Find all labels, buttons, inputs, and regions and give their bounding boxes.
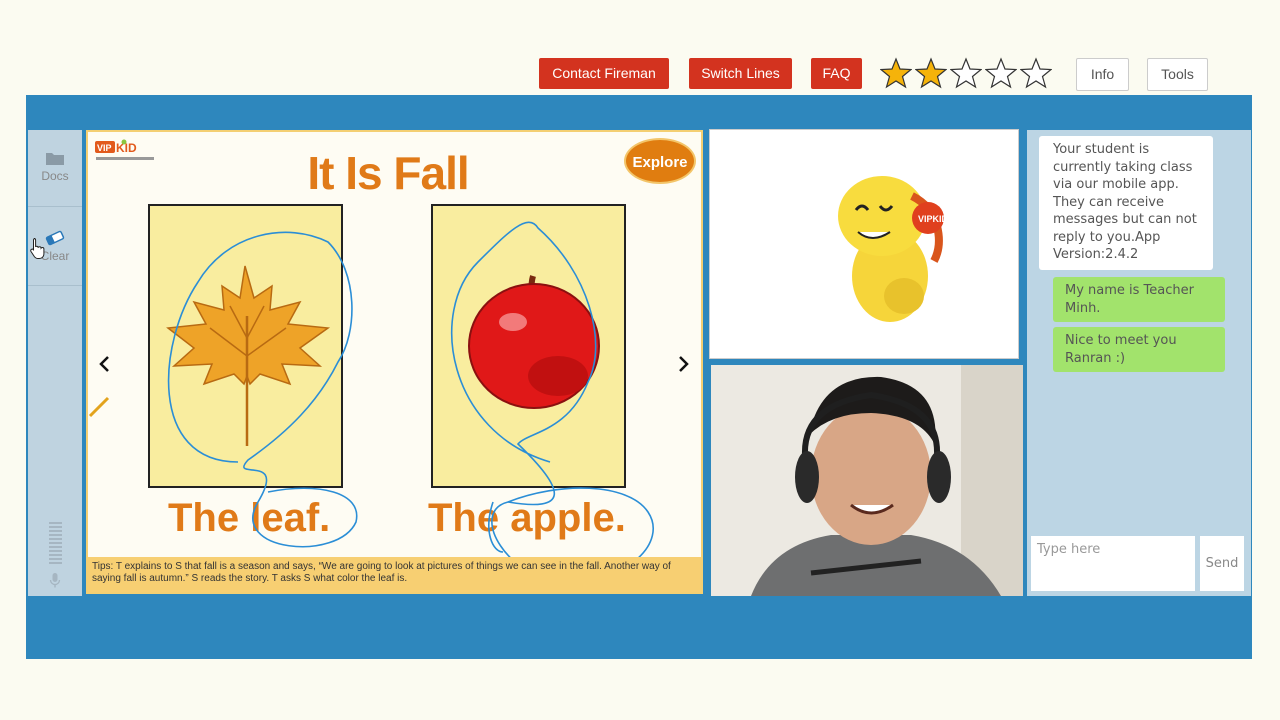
chat-panel: Your student is currently taking class v… <box>1027 130 1251 596</box>
docs-tool[interactable]: Docs <box>28 150 82 183</box>
send-button[interactable]: Send <box>1200 536 1244 591</box>
top-toolbar: Contact Fireman Switch Lines FAQ Info To… <box>0 0 1280 95</box>
contact-fireman-button[interactable]: Contact Fireman <box>539 58 669 89</box>
teacher-video-panel <box>711 365 1023 596</box>
sidebar-divider <box>28 206 82 207</box>
hand-cursor-icon <box>30 238 45 259</box>
courseware-slide[interactable]: VIP KID It Is Fall Explore The leaf. The… <box>86 130 703 594</box>
eraser-icon <box>45 230 65 246</box>
info-button[interactable]: Info <box>1076 58 1129 91</box>
sidebar-divider <box>28 285 82 286</box>
system-message: Your student is currently taking class v… <box>1039 136 1213 270</box>
microphone-icon <box>49 573 61 588</box>
star-icon-empty[interactable] <box>985 57 1017 89</box>
svg-text:VIPKID: VIPKID <box>918 214 949 224</box>
switch-lines-button[interactable]: Switch Lines <box>689 58 792 89</box>
star-icon-empty[interactable] <box>1020 57 1052 89</box>
star-icon-filled[interactable] <box>880 57 912 89</box>
folder-icon <box>46 153 64 165</box>
teacher-message: My name is Teacher Minh. <box>1053 277 1225 322</box>
volume-meter <box>49 522 62 568</box>
star-icon-empty[interactable] <box>950 57 982 89</box>
student-video-panel: VIPKID <box>709 129 1019 359</box>
dino-mascot-image: VIPKID <box>838 176 949 322</box>
docs-label: Docs <box>41 169 69 183</box>
chat-input[interactable]: Type here <box>1031 536 1195 591</box>
star-icon-filled[interactable] <box>915 57 947 89</box>
faq-button[interactable]: FAQ <box>811 58 862 89</box>
teacher-webcam-image <box>711 365 1023 596</box>
tools-button[interactable]: Tools <box>1147 58 1208 91</box>
teacher-message: Nice to meet you Ranran :) <box>1053 327 1225 372</box>
teaching-tips: Tips: T explains to S that fall is a sea… <box>88 557 701 592</box>
annotation-layer[interactable] <box>88 132 701 592</box>
pencil-icon[interactable] <box>88 394 112 418</box>
tool-sidebar: Docs Clear <box>28 130 82 596</box>
